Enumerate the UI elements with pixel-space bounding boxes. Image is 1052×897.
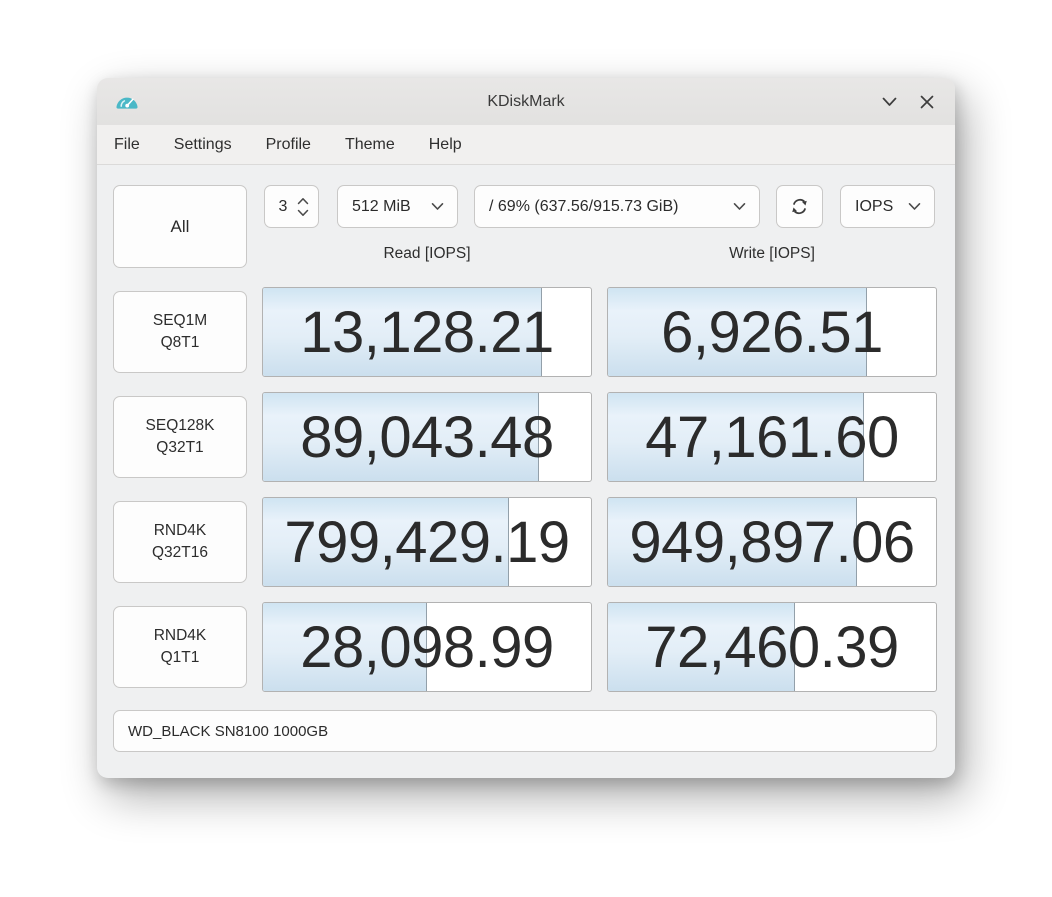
spinner-arrows [297, 197, 318, 217]
test-button-seq128k-q32t1[interactable]: SEQ128K Q32T1 [113, 396, 247, 478]
chevron-down-icon [733, 202, 746, 211]
write-result-value: 949,897.06 [608, 498, 936, 586]
app-gauge-icon [114, 93, 140, 110]
drive-select[interactable]: / 69% (637.56/915.73 GiB) [474, 185, 760, 228]
read-result-value: 13,128.21 [263, 288, 591, 376]
titlebar[interactable]: KDiskMark [97, 78, 955, 125]
drive-value: / 69% (637.56/915.73 GiB) [489, 198, 678, 216]
write-result-cell: 72,460.39 [607, 602, 937, 692]
write-result-cell: 949,897.06 [607, 497, 937, 587]
read-result-cell: 89,043.48 [262, 392, 592, 482]
test-name: SEQ1M [153, 310, 207, 332]
test-name: RND4K [154, 520, 207, 542]
close-icon [920, 95, 934, 109]
test-button-seq1m-q8t1[interactable]: SEQ1M Q8T1 [113, 291, 247, 373]
chevron-down-icon [882, 97, 897, 107]
page-background: KDiskMark File Settings Profile Theme [0, 0, 1052, 897]
menu-help[interactable]: Help [412, 130, 479, 160]
chevron-down-icon [908, 202, 921, 211]
shade-button[interactable] [877, 90, 901, 114]
main-content: All 3 512 MiB [97, 165, 955, 777]
read-column-header: Read [IOPS] [262, 245, 592, 263]
test-name: RND4K [154, 625, 207, 647]
run-all-button[interactable]: All [113, 185, 247, 268]
test-queue-thread: Q1T1 [161, 647, 200, 669]
read-result-value: 89,043.48 [263, 393, 591, 481]
read-result-cell: 13,128.21 [262, 287, 592, 377]
menu-profile[interactable]: Profile [249, 130, 328, 160]
write-result-value: 6,926.51 [608, 288, 936, 376]
metric-select[interactable]: IOPS [840, 185, 935, 228]
menu-theme[interactable]: Theme [328, 130, 412, 160]
read-result-value: 799,429.19 [263, 498, 591, 586]
test-queue-thread: Q8T1 [161, 332, 200, 354]
write-result-cell: 6,926.51 [607, 287, 937, 377]
chevron-down-icon [297, 209, 309, 217]
loop-count-value: 3 [265, 198, 297, 216]
test-name: SEQ128K [146, 415, 215, 437]
loop-count-spinner[interactable]: 3 [264, 185, 319, 228]
write-result-value: 47,161.60 [608, 393, 936, 481]
read-result-cell: 28,098.99 [262, 602, 592, 692]
test-button-rnd4k-q32t16[interactable]: RND4K Q32T16 [113, 501, 247, 583]
block-size-value: 512 MiB [352, 198, 411, 216]
kdiskmark-window: KDiskMark File Settings Profile Theme [97, 78, 955, 778]
menu-settings[interactable]: Settings [157, 130, 249, 160]
chevron-down-icon [431, 202, 444, 211]
spinner-up-button[interactable] [297, 197, 309, 205]
read-result-value: 28,098.99 [263, 603, 591, 691]
chevron-up-icon [297, 197, 309, 205]
spinner-down-button[interactable] [297, 209, 309, 217]
close-button[interactable] [915, 90, 939, 114]
metric-value: IOPS [855, 198, 893, 216]
menu-file[interactable]: File [97, 130, 157, 160]
refresh-drives-button[interactable] [776, 185, 823, 228]
read-result-cell: 799,429.19 [262, 497, 592, 587]
write-result-value: 72,460.39 [608, 603, 936, 691]
write-result-cell: 47,161.60 [607, 392, 937, 482]
drive-description-input[interactable] [113, 710, 937, 752]
refresh-icon [789, 196, 810, 217]
window-title: KDiskMark [97, 93, 955, 111]
write-column-header: Write [IOPS] [607, 245, 937, 263]
window-buttons [877, 90, 955, 114]
menubar: File Settings Profile Theme Help [97, 125, 955, 165]
test-button-rnd4k-q1t1[interactable]: RND4K Q1T1 [113, 606, 247, 688]
test-queue-thread: Q32T16 [152, 542, 208, 564]
block-size-select[interactable]: 512 MiB [337, 185, 458, 228]
test-queue-thread: Q32T1 [156, 437, 203, 459]
